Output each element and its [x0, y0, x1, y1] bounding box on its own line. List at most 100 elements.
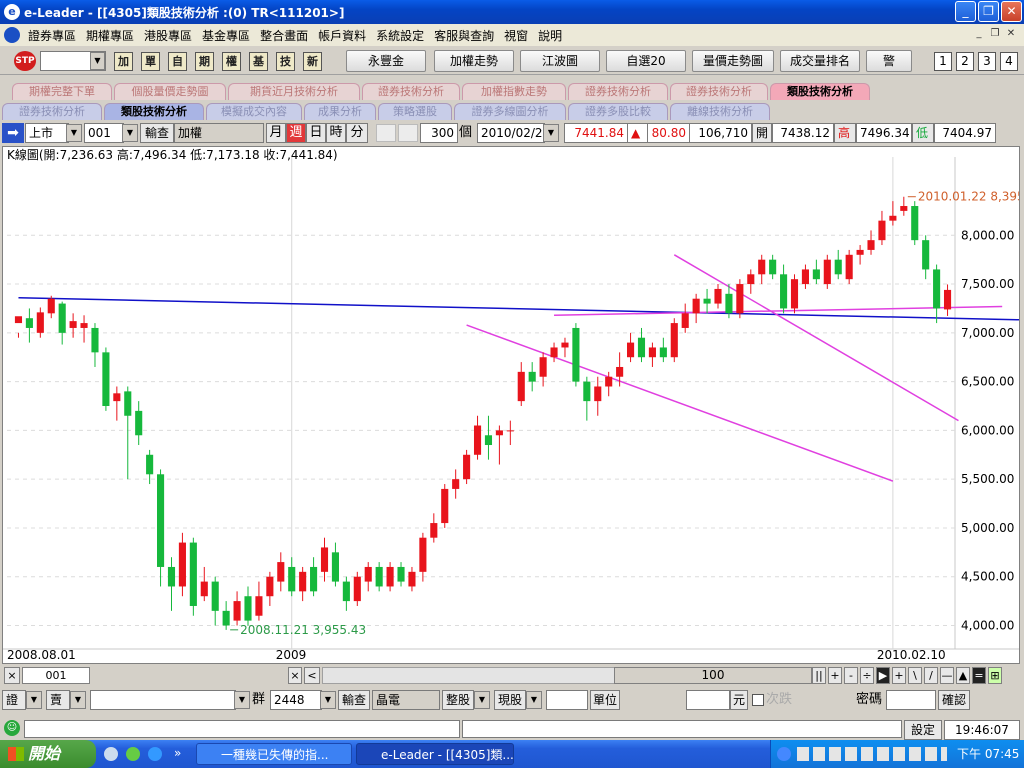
account-select[interactable]: [90, 690, 236, 710]
toolbar-button-sinopac[interactable]: 永豐金: [346, 50, 426, 72]
mdi-restore-button[interactable]: ❐: [988, 28, 1002, 42]
window-number-1[interactable]: 1: [934, 52, 952, 71]
mdi-icon[interactable]: [4, 27, 20, 43]
tray-icons[interactable]: [797, 747, 947, 761]
next-drop-checkbox[interactable]: [752, 694, 764, 706]
menu-item-integrated[interactable]: 整合畫面: [255, 27, 313, 44]
spin-up-button[interactable]: [398, 124, 418, 142]
date-input[interactable]: 2010/02/21: [477, 123, 545, 143]
close-series-button[interactable]: ×: [4, 667, 20, 684]
quick-order-button[interactable]: 單: [141, 52, 160, 71]
subtab-multiline[interactable]: 證券多線圖分析: [454, 103, 566, 120]
quick-news-button[interactable]: 新: [303, 52, 322, 71]
trend-tool-icon[interactable]: /: [924, 667, 938, 684]
tab-stock-trend[interactable]: 個股量價走勢圖: [114, 83, 226, 100]
settings-button[interactable]: 設定: [904, 720, 942, 740]
tab-stock-tech-3[interactable]: 證券技術分析: [670, 83, 768, 100]
tab-stock-tech-2[interactable]: 證券技術分析: [568, 83, 668, 100]
period-week-button[interactable]: 週: [286, 123, 306, 143]
zoom-in-button[interactable]: +: [828, 667, 842, 684]
pause-icon[interactable]: ||: [812, 667, 826, 684]
close-button[interactable]: ✕: [1001, 1, 1022, 22]
mdi-minimize-button[interactable]: _: [972, 28, 986, 42]
menu-item-securities[interactable]: 證券專區: [23, 27, 81, 44]
chevron-down-icon[interactable]: ▼: [70, 691, 86, 709]
symbol-code-input[interactable]: 001: [84, 123, 124, 143]
chevron-down-icon[interactable]: ▼: [90, 52, 105, 70]
task-item-2[interactable]: e-Leader - [[4305]類...: [356, 743, 514, 765]
window-number-3[interactable]: 3: [978, 52, 996, 71]
subtab-sim-trades[interactable]: 模擬成交內容: [206, 103, 302, 120]
window-number-2[interactable]: 2: [956, 52, 974, 71]
order-side-select[interactable]: 賣: [46, 690, 70, 710]
chevron-left-icon[interactable]: [777, 747, 791, 761]
quick-tech-button[interactable]: 技: [276, 52, 295, 71]
confirm-button[interactable]: 確認: [938, 690, 970, 710]
menu-item-help[interactable]: 說明: [533, 27, 567, 44]
subtab-compare[interactable]: 證券多股比較: [568, 103, 668, 120]
fibo-tool-icon[interactable]: ▲: [956, 667, 970, 684]
price-input[interactable]: [686, 690, 730, 710]
menu-item-window[interactable]: 視窗: [499, 27, 533, 44]
lookup-button[interactable]: 輸查: [140, 123, 174, 143]
maximize-button[interactable]: ❐: [978, 1, 999, 22]
mdi-close-button[interactable]: ✕: [1004, 28, 1018, 42]
minimize-button[interactable]: _: [955, 1, 976, 22]
menu-item-funds[interactable]: 基金專區: [197, 27, 255, 44]
tab-sector-tech[interactable]: 類股技術分析: [770, 83, 870, 100]
period-month-button[interactable]: 月: [266, 123, 286, 143]
menu-item-options[interactable]: 期權專區: [81, 27, 139, 44]
subtab-offline[interactable]: 離線技術分析: [670, 103, 770, 120]
crosshair-icon[interactable]: +: [892, 667, 906, 684]
toolbar-button-volume-rank[interactable]: 成交量排名: [780, 50, 860, 72]
scroll-left-button[interactable]: <: [304, 667, 320, 684]
media-icon[interactable]: [126, 747, 140, 761]
market-select[interactable]: 上市: [25, 123, 69, 143]
quick-watchlist-button[interactable]: 自: [168, 52, 187, 71]
chevron-down-icon[interactable]: ▼: [543, 124, 559, 142]
period-hour-button[interactable]: 時: [326, 123, 346, 143]
chevron-down-icon[interactable]: ▼: [234, 691, 250, 709]
series-code[interactable]: 001: [22, 667, 90, 684]
subtab-sector-tech[interactable]: 類股技術分析: [104, 103, 204, 120]
tab-option-order[interactable]: 期權完整下單: [12, 83, 112, 100]
arrow-right-icon[interactable]: ➡: [2, 123, 24, 143]
candlestick-chart[interactable]: 8,000.00 7,500.00 7,000.00 6,500.00 6,000.00…: [3, 147, 1019, 663]
zoom-out-button[interactable]: -: [844, 667, 858, 684]
cursor-tool-icon[interactable]: ▶: [876, 667, 890, 684]
tab-futures-tech[interactable]: 期貨近月技術分析: [228, 83, 360, 100]
start-button[interactable]: 開始: [0, 740, 96, 768]
scroll-thumb[interactable]: 100: [614, 667, 812, 684]
tab-index-trend[interactable]: 加權指數走勢: [462, 83, 566, 100]
chevron-down-icon[interactable]: ▼: [122, 124, 138, 142]
task-item-1[interactable]: 一種幾已失傳的指...: [196, 743, 352, 765]
password-input[interactable]: [886, 690, 936, 710]
chevron-down-icon[interactable]: ▼: [66, 124, 82, 142]
quick-add-button[interactable]: 加: [114, 52, 133, 71]
unit-button[interactable]: 單位: [590, 690, 620, 710]
menu-item-settings[interactable]: 系統設定: [371, 27, 429, 44]
ie-icon[interactable]: [148, 747, 162, 761]
toolbar-button-price-volume[interactable]: 量價走勢圖: [692, 50, 774, 72]
spin-down-button[interactable]: [376, 124, 396, 142]
menu-item-hk[interactable]: 港股專區: [139, 27, 197, 44]
order-type-select[interactable]: 證: [2, 690, 26, 710]
period-day-button[interactable]: 日: [306, 123, 326, 143]
channel-tool-icon[interactable]: =: [972, 667, 986, 684]
lot-type-select[interactable]: 整股: [442, 690, 474, 710]
window-number-4[interactable]: 4: [1000, 52, 1018, 71]
stop-icon[interactable]: STP: [14, 51, 36, 71]
bar-count-input[interactable]: 300: [420, 123, 458, 143]
period-minute-button[interactable]: 分: [346, 123, 368, 143]
layout-tool-icon[interactable]: ⊞: [988, 667, 1002, 684]
tab-stock-tech-1[interactable]: 證券技術分析: [362, 83, 460, 100]
hline-tool-icon[interactable]: —: [940, 667, 954, 684]
subtab-strategy[interactable]: 策略選股: [378, 103, 452, 120]
order-lookup-button[interactable]: 輸查: [338, 690, 370, 710]
subtab-stock-tech[interactable]: 證券技術分析: [2, 103, 102, 120]
chevron-down-icon[interactable]: ▼: [320, 691, 336, 709]
stock-code-input[interactable]: 2448: [270, 690, 322, 710]
subtab-results[interactable]: 成果分析: [304, 103, 376, 120]
expand-icon[interactable]: »: [174, 746, 181, 760]
chevron-down-icon[interactable]: ▼: [26, 691, 42, 709]
